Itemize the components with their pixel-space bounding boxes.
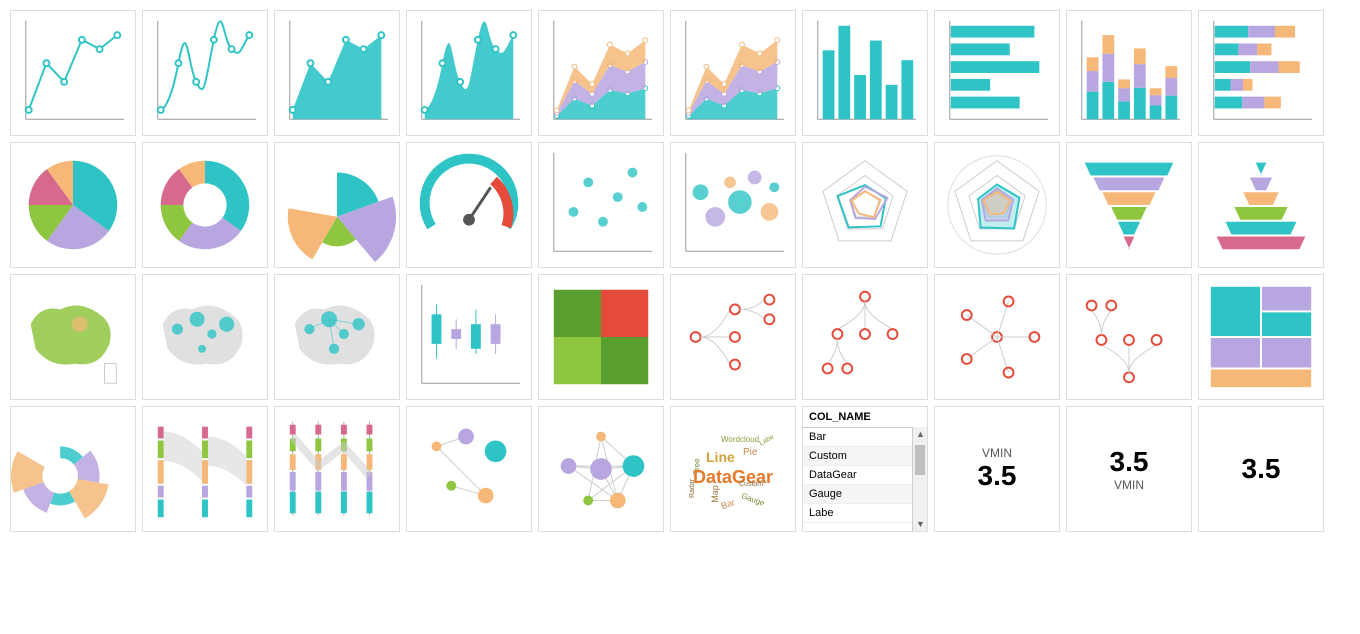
map-lines-icon[interactable] (274, 274, 400, 400)
graph-icon[interactable] (406, 406, 532, 532)
tree-radial-icon[interactable] (934, 274, 1060, 400)
table-row[interactable]: Labe (803, 504, 927, 523)
funnel-chart-icon[interactable] (1066, 142, 1192, 268)
wordcloud-preview: Wordcloud Pie Line Labe Tree DataGear Cu… (671, 407, 795, 531)
gauge-chart-icon[interactable] (406, 142, 532, 268)
pyramid-chart-icon[interactable] (1198, 142, 1324, 268)
treemap-icon[interactable] (1198, 274, 1324, 400)
parallel-icon[interactable] (274, 406, 400, 532)
table-row[interactable]: Gauge (803, 485, 927, 504)
map-scatter-icon[interactable] (142, 274, 268, 400)
line-smooth-icon[interactable] (142, 10, 268, 136)
sankey-icon[interactable] (142, 406, 268, 532)
wordcloud-icon[interactable]: Wordcloud Pie Line Labe Tree DataGear Cu… (670, 406, 796, 532)
donut-chart-icon[interactable] (142, 142, 268, 268)
label-num-icon[interactable]: 3.5VMIN (1066, 406, 1192, 532)
tree-lr-icon[interactable] (670, 274, 796, 400)
scatter-chart-icon[interactable] (538, 142, 664, 268)
table-row[interactable]: DataGear (803, 466, 927, 485)
candlestick-icon[interactable] (406, 274, 532, 400)
hbar-chart-icon[interactable] (934, 10, 1060, 136)
radar-chart-icon[interactable] (802, 142, 928, 268)
table-icon[interactable]: COL_NAME BarCustomDataGearGaugeLabe ▲▼ (802, 406, 928, 532)
tree-bt-icon[interactable] (1066, 274, 1192, 400)
radar-filled-icon[interactable] (934, 142, 1060, 268)
label-plain-icon[interactable]: 3.5 (1198, 406, 1324, 532)
rose-chart-icon[interactable] (274, 142, 400, 268)
area-stacked-icon[interactable] (538, 10, 664, 136)
graph-force-icon[interactable] (538, 406, 664, 532)
area-smooth-icon[interactable] (406, 10, 532, 136)
bar-chart-icon[interactable] (802, 10, 928, 136)
area-chart-icon[interactable] (274, 10, 400, 136)
map-china-icon[interactable] (10, 274, 136, 400)
bubble-chart-icon[interactable] (670, 142, 796, 268)
data-table: BarCustomDataGearGaugeLabe (803, 428, 927, 523)
chart-gallery-grid: Wordcloud Pie Line Labe Tree DataGear Cu… (10, 10, 1350, 532)
line-chart-icon[interactable] (10, 10, 136, 136)
sunburst-icon[interactable] (10, 406, 136, 532)
hbar-stacked-icon[interactable] (1198, 10, 1324, 136)
area-stacked-smooth-icon[interactable] (670, 10, 796, 136)
heatmap-icon[interactable] (538, 274, 664, 400)
table-row[interactable]: Bar (803, 428, 927, 447)
bar-stacked-icon[interactable] (1066, 10, 1192, 136)
label-display: 3.5VMIN (1110, 446, 1149, 492)
label-display: VMIN3.5 (978, 446, 1017, 492)
table-row[interactable]: Custom (803, 447, 927, 466)
table-header: COL_NAME (803, 407, 927, 428)
scrollbar[interactable]: ▲▼ (912, 427, 927, 531)
label-vmin-icon[interactable]: VMIN3.5 (934, 406, 1060, 532)
tree-tb-icon[interactable] (802, 274, 928, 400)
pie-chart-icon[interactable] (10, 142, 136, 268)
label-display: 3.5 (1242, 453, 1281, 485)
